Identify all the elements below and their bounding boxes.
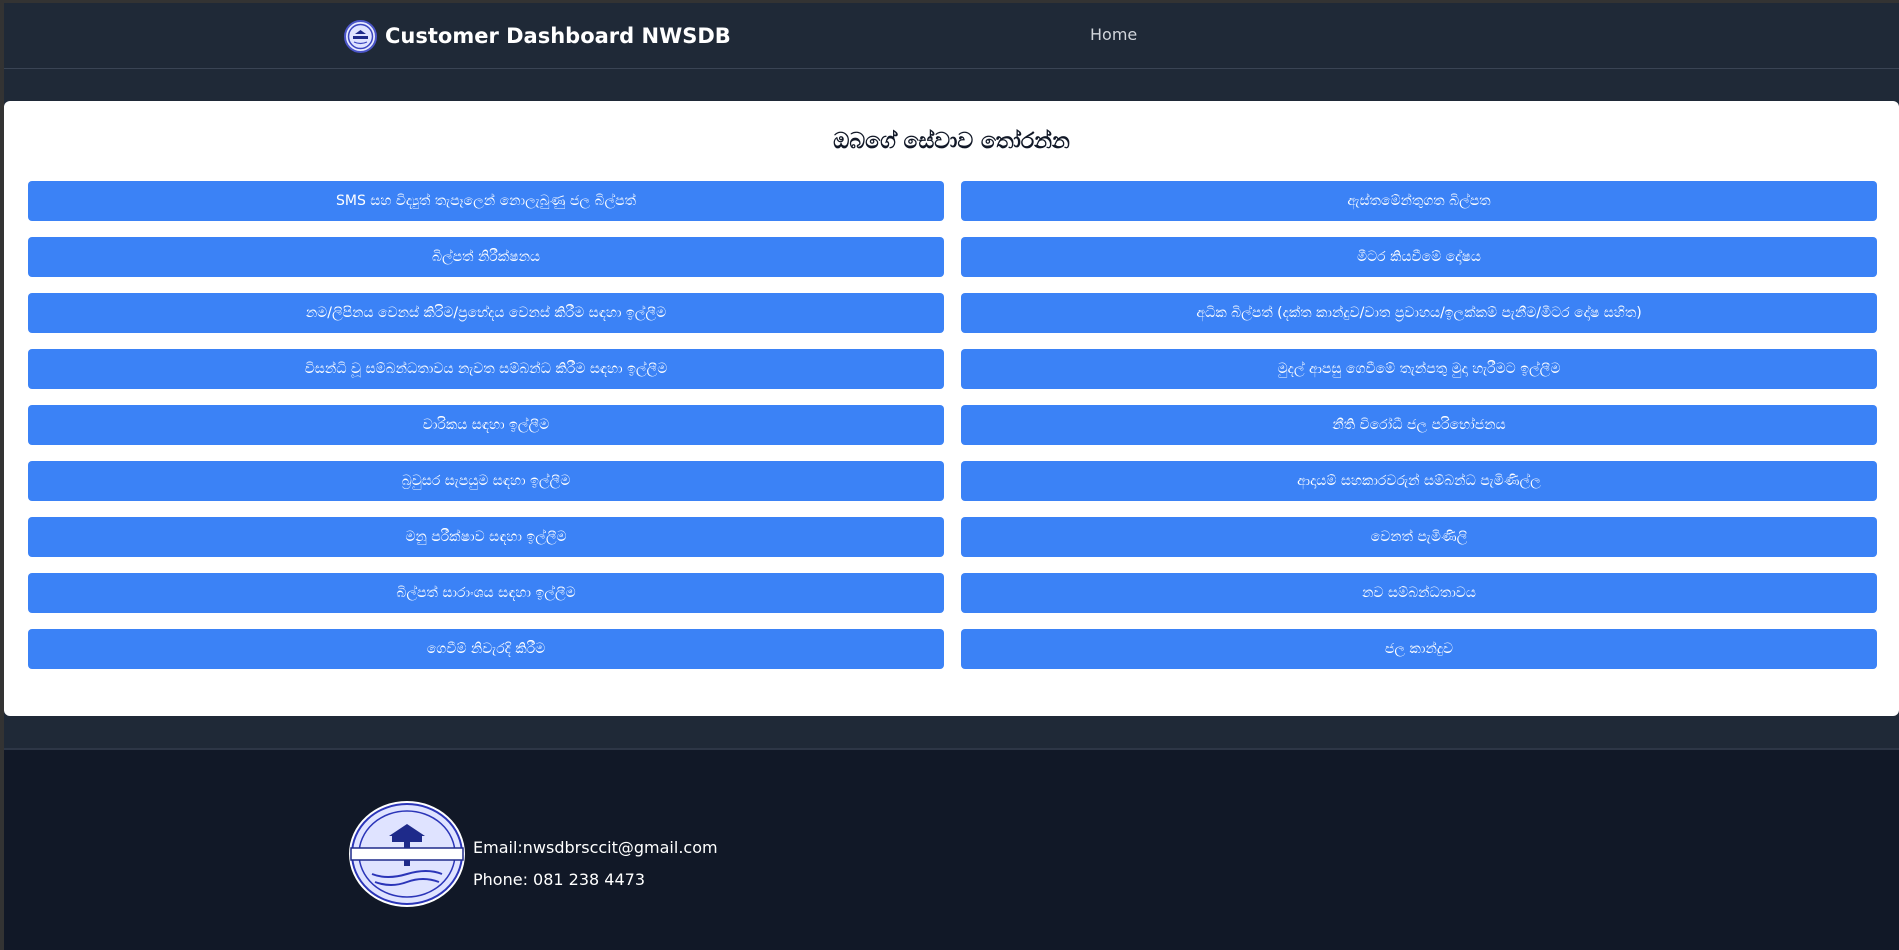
service-button-bill-inspection[interactable]: බිල්පත් නිරීක්ෂනය (28, 237, 944, 277)
service-grid: SMS සහ විද්‍යුත් තැපෑලෙන් නොලැබුණු ජල බි… (28, 181, 1882, 669)
service-button-name-address-change[interactable]: නම/ලිපිනය වෙනස් කිරිම/ප්‍රභේදය වෙනස් කිර… (28, 293, 944, 333)
contact-email[interactable]: Email:nwsdbrsccit@gmail.com (473, 838, 718, 870)
service-button-sms-email-bill[interactable]: SMS සහ විද්‍යුත් තැපෑලෙන් නොලැබුණු ජල බි… (28, 181, 944, 221)
contact-phone: Phone: 081 238 4473 (473, 870, 646, 889)
footer: Email:nwsdbrsccit@gmail.com Phone: 081 2… (0, 750, 1899, 950)
service-button-meter-test[interactable]: මනු පරීක්ෂාව සඳහා ඉල්ලීම (28, 517, 944, 557)
service-button-meter-reading-error[interactable]: මීටර කියවීමේ දෝෂය (961, 237, 1877, 277)
service-button-revenue-assistant-complaint[interactable]: ආදායම් සහකාරවරුන් සම්බන්ධ පැමිණිල්ල (961, 461, 1877, 501)
service-button-water-leak[interactable]: ජල කාන්දුව (961, 629, 1877, 669)
nav-home-link[interactable]: Home (1090, 25, 1137, 44)
service-button-deposit-refund[interactable]: මුදල් ආපසු ගෙවීමේ තැන්පතු මුදා හැරීමට ඉල… (961, 349, 1877, 389)
service-button-estimated-bill[interactable]: ඇස්තමේන්තුගත බිල්පත (961, 181, 1877, 221)
brand[interactable]: Customer Dashboard NWSDB (344, 18, 731, 54)
nwsdb-logo-icon (344, 19, 377, 53)
page-heading: ඔබගේ සේවාව තෝරන්න (833, 129, 1070, 154)
top-navbar: Customer Dashboard NWSDB Home (0, 0, 1899, 69)
service-button-bowser-supply[interactable]: බ්‍රවුසර සැපයුම සඳහා ඉල්ලීම (28, 461, 944, 501)
service-button-new-connection[interactable]: නව සම්බන්ධතාවය (961, 573, 1877, 613)
service-button-reconnection[interactable]: විසන්ධි වූ සම්බන්ධතාවය නැවත සම්බන්ධ කිරී… (28, 349, 944, 389)
service-button-excess-bill[interactable]: අධික බිල්පත් (දක්ත කාන්දුව/වාත ප්‍රවාහය/… (961, 293, 1877, 333)
service-button-illegal-consumption[interactable]: නීති විරෝධී ජල පරිභෝජනය (961, 405, 1877, 445)
nwsdb-footer-logo-icon (347, 800, 467, 908)
contact-info: Email:nwsdbrsccit@gmail.com Phone: 081 2… (473, 838, 718, 902)
service-button-bill-summary[interactable]: බිල්පත් සාරාංශය සඳහා ඉල්ලීම (28, 573, 944, 613)
service-button-installment[interactable]: වාරිකය සඳහා ඉල්ලීම (28, 405, 944, 445)
service-selection-card: ඔබගේ සේවාව තෝරන්න SMS සහ විද්‍යුත් තැපෑල… (4, 101, 1899, 716)
service-button-payment-correction[interactable]: ගෙවීම් නිවැරදි කිරීම (28, 629, 944, 669)
service-button-other-complaints[interactable]: වෙනත් පැමිණිලි (961, 517, 1877, 557)
app-title: Customer Dashboard NWSDB (385, 24, 731, 48)
